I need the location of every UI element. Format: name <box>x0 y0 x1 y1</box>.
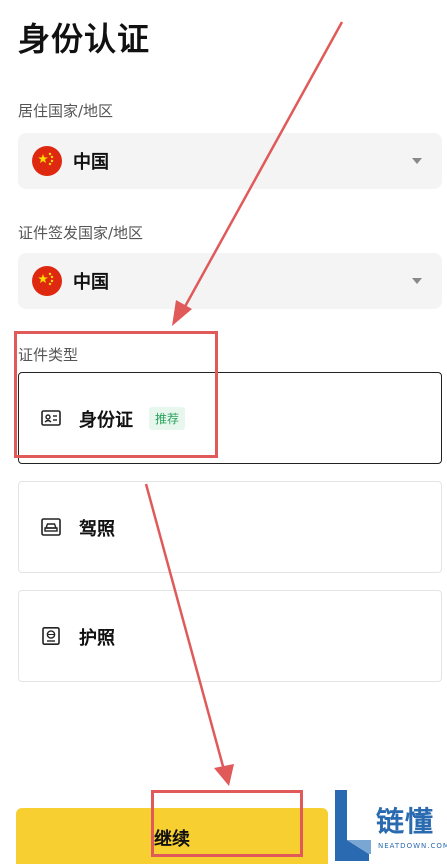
doc-option-drivers-license[interactable]: 驾照 <box>18 481 442 573</box>
annotation-highlight-box <box>151 790 303 857</box>
issuing-value: 中国 <box>73 272 109 293</box>
annotation-highlight-box <box>14 331 218 458</box>
chevron-down-icon <box>412 158 422 164</box>
page-title: 身份认证 <box>18 20 151 58</box>
residence-label: 居住国家/地区 <box>18 102 114 120</box>
china-flag-icon <box>32 146 62 176</box>
residence-select[interactable]: 中国 <box>18 133 442 189</box>
issuing-select[interactable]: 中国 <box>18 253 442 309</box>
issuing-label: 证件签发国家/地区 <box>18 224 144 242</box>
watermark-text: 链懂 <box>376 805 435 838</box>
passport-icon <box>42 627 60 645</box>
drivers-license-icon <box>41 518 61 536</box>
chevron-down-icon <box>412 278 422 284</box>
watermark-subtext: NEATDOWN.COM <box>378 842 447 850</box>
doc-option-passport[interactable]: 护照 <box>18 590 442 682</box>
doc-option-label: 护照 <box>79 628 115 649</box>
doc-option-label: 驾照 <box>79 519 115 540</box>
china-flag-icon <box>32 266 62 296</box>
watermark-logo <box>335 790 371 861</box>
residence-value: 中国 <box>73 152 109 173</box>
